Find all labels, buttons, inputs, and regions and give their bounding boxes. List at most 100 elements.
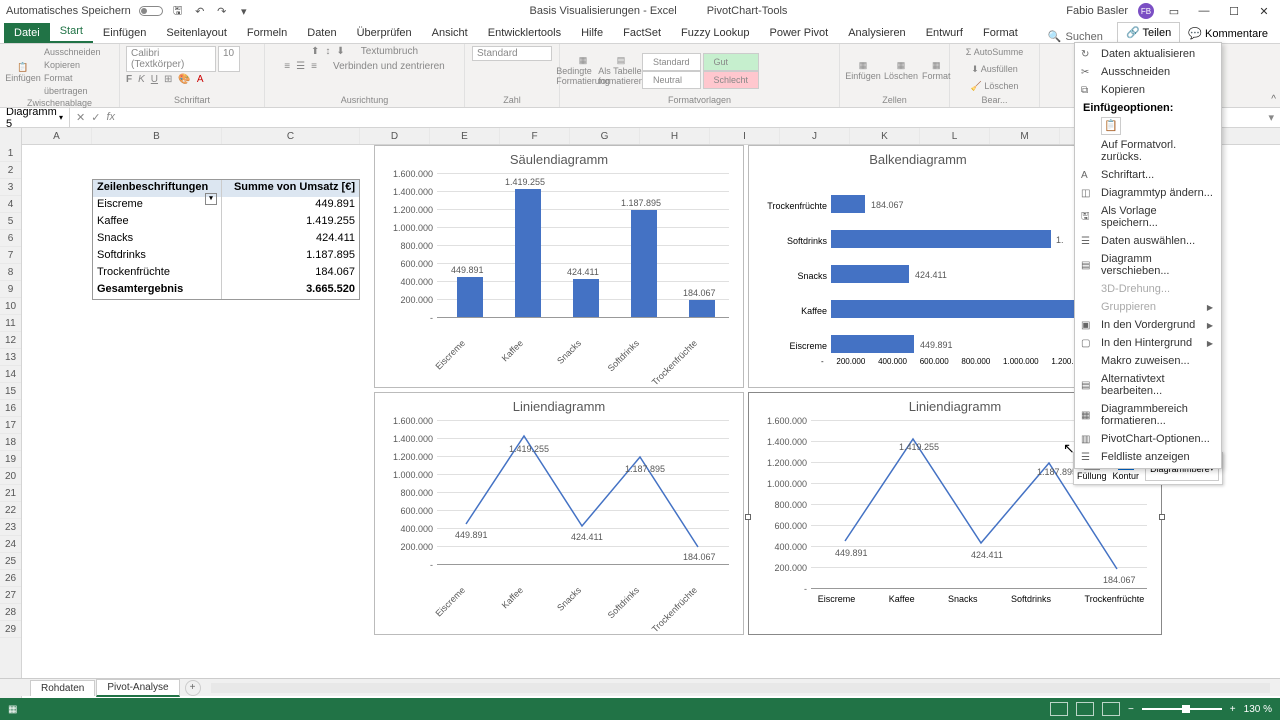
redo-icon[interactable]: ↷ <box>215 4 229 18</box>
context-menu-item[interactable]: ✂Ausschneiden <box>1075 63 1221 81</box>
normal-view-icon[interactable] <box>1050 702 1068 716</box>
zoom-out-icon[interactable]: − <box>1128 704 1134 715</box>
row-header[interactable]: 27 <box>0 587 21 604</box>
autosum[interactable]: Σ AutoSumme <box>966 46 1024 59</box>
context-menu-item[interactable]: ▣In den Vordergrund▶ <box>1075 316 1221 334</box>
row-header[interactable]: 19 <box>0 451 21 468</box>
record-macro-icon[interactable]: ▦ <box>8 704 17 715</box>
tab-einfuegen[interactable]: Einfügen <box>93 23 156 43</box>
row-header[interactable]: 23 <box>0 519 21 536</box>
page-break-view-icon[interactable] <box>1102 702 1120 716</box>
row-header[interactable]: 4 <box>0 196 21 213</box>
row-header[interactable]: 9 <box>0 281 21 298</box>
context-menu-item[interactable]: ⧉Kopieren <box>1075 81 1221 99</box>
tab-start[interactable]: Start <box>50 21 93 43</box>
context-menu-item[interactable]: ▥PivotChart-Optionen... <box>1075 430 1221 448</box>
fill-color-button[interactable]: 🎨 <box>178 74 190 85</box>
row-header[interactable]: 10 <box>0 298 21 315</box>
row-header[interactable]: 14 <box>0 366 21 383</box>
line-chart-1[interactable]: Liniendiagramm 1.600.000 1.400.000 1.200… <box>374 392 744 635</box>
underline-button[interactable]: U <box>151 74 158 85</box>
context-menu-item[interactable]: ▦Diagrammbereich formatieren... <box>1075 400 1221 430</box>
row-header[interactable]: 8 <box>0 264 21 281</box>
autosave-toggle[interactable] <box>139 6 163 16</box>
paste-button[interactable]: 📋Einfügen <box>6 50 40 94</box>
tab-factset[interactable]: FactSet <box>613 23 671 43</box>
tab-fuzzylookup[interactable]: Fuzzy Lookup <box>671 23 759 43</box>
tab-ansicht[interactable]: Ansicht <box>422 23 478 43</box>
context-menu-item[interactable]: Makro zuweisen... <box>1075 352 1221 370</box>
align-top-icon[interactable]: ⬆ <box>311 46 319 57</box>
context-menu-item[interactable]: ASchriftart... <box>1075 166 1221 184</box>
delete-cells[interactable]: ▦Löschen <box>884 49 918 93</box>
row-header[interactable]: 2 <box>0 162 21 179</box>
bar-chart[interactable]: Balkendiagramm Trockenfrüchte Softdrinks… <box>748 145 1088 388</box>
row-header[interactable]: 28 <box>0 604 21 621</box>
tab-daten[interactable]: Daten <box>297 23 346 43</box>
tab-analysieren[interactable]: Analysieren <box>838 23 915 43</box>
insert-cells[interactable]: ▦Einfügen <box>846 49 880 93</box>
tab-datei[interactable]: Datei <box>4 23 50 43</box>
tab-formeln[interactable]: Formeln <box>237 23 297 43</box>
row-header[interactable]: 29 <box>0 621 21 638</box>
paste-option-icon[interactable]: 📋 <box>1075 117 1221 136</box>
row-header[interactable]: 22 <box>0 502 21 519</box>
save-icon[interactable]: 🖫 <box>171 4 185 18</box>
zoom-slider[interactable] <box>1142 708 1222 710</box>
row-header[interactable]: 3 <box>0 179 21 196</box>
enter-formula-icon[interactable]: ✓ <box>91 111 100 124</box>
context-menu-item[interactable]: ☰Feldliste anzeigen <box>1075 448 1221 466</box>
row-header[interactable]: 7 <box>0 247 21 264</box>
comments-button[interactable]: 💬 Kommentare <box>1180 24 1276 43</box>
row-header[interactable]: 11 <box>0 315 21 332</box>
share-button[interactable]: 🔗 Teilen <box>1117 22 1180 43</box>
row-header[interactable]: 20 <box>0 468 21 485</box>
maximize-icon[interactable]: ☐ <box>1224 4 1244 18</box>
fx-icon[interactable]: fx <box>106 111 115 124</box>
font-size[interactable]: 10 <box>218 46 240 72</box>
row-header[interactable]: 15 <box>0 383 21 400</box>
row-header[interactable]: 18 <box>0 434 21 451</box>
row-header[interactable]: 1 <box>0 145 21 162</box>
format-cells[interactable]: ▦Format <box>922 49 951 93</box>
row-header[interactable]: 12 <box>0 332 21 349</box>
add-sheet-button[interactable]: + <box>185 680 201 696</box>
wrap-text[interactable]: Textumbruch <box>361 46 418 57</box>
bold-button[interactable]: F <box>126 74 132 85</box>
copy-button[interactable]: Kopieren <box>44 59 113 72</box>
italic-button[interactable]: K <box>138 74 145 85</box>
cancel-formula-icon[interactable]: ✕ <box>76 111 85 124</box>
zoom-level[interactable]: 130 % <box>1244 704 1272 715</box>
context-menu-item[interactable]: Auf Formatvorl. zurücks. <box>1075 136 1221 166</box>
tab-entwurf[interactable]: Entwurf <box>916 23 973 43</box>
qat-dropdown-icon[interactable]: ▾ <box>237 4 251 18</box>
font-color-button[interactable]: A <box>197 74 204 85</box>
font-name[interactable]: Calibri (Textkörper) <box>126 46 216 72</box>
context-menu-item[interactable]: ▤Alternativtext bearbeiten... <box>1075 370 1221 400</box>
format-painter-button[interactable]: Format übertragen <box>44 72 113 98</box>
fill[interactable]: ⬇ Ausfüllen <box>971 63 1018 76</box>
undo-icon[interactable]: ↶ <box>193 4 207 18</box>
context-menu-item[interactable]: ◫Diagrammtyp ändern... <box>1075 184 1221 202</box>
context-menu-item[interactable]: ▤Diagramm verschieben... <box>1075 250 1221 280</box>
tab-seitenlayout[interactable]: Seitenlayout <box>156 23 237 43</box>
row-header[interactable]: 5 <box>0 213 21 230</box>
row-header[interactable]: 6 <box>0 230 21 247</box>
conditional-formatting[interactable]: ▦Bedingte Formatierung <box>566 49 600 93</box>
user-avatar[interactable]: FB <box>1138 3 1154 19</box>
context-menu-item[interactable]: ↻Daten aktualisieren <box>1075 45 1221 63</box>
expand-formula-icon[interactable]: ▾ <box>1262 111 1280 124</box>
pivot-table[interactable]: Zeilenbeschriftungen▾ Summe von Umsatz [… <box>92 179 360 300</box>
tab-entwicklertools[interactable]: Entwicklertools <box>478 23 571 43</box>
close-icon[interactable]: ✕ <box>1254 4 1274 18</box>
border-button[interactable]: ⊞ <box>164 74 172 85</box>
row-header[interactable]: 13 <box>0 349 21 366</box>
row-header[interactable]: 17 <box>0 417 21 434</box>
horizontal-scrollbar[interactable] <box>211 683 1270 693</box>
number-format[interactable]: Standard <box>472 46 552 61</box>
tab-ueberpruefen[interactable]: Überprüfen <box>347 23 422 43</box>
row-header[interactable]: 24 <box>0 536 21 553</box>
cut-button[interactable]: Ausschneiden <box>44 46 113 59</box>
clear[interactable]: 🧹 Löschen <box>971 80 1019 93</box>
context-menu-item[interactable]: ▢In den Hintergrund▶ <box>1075 334 1221 352</box>
